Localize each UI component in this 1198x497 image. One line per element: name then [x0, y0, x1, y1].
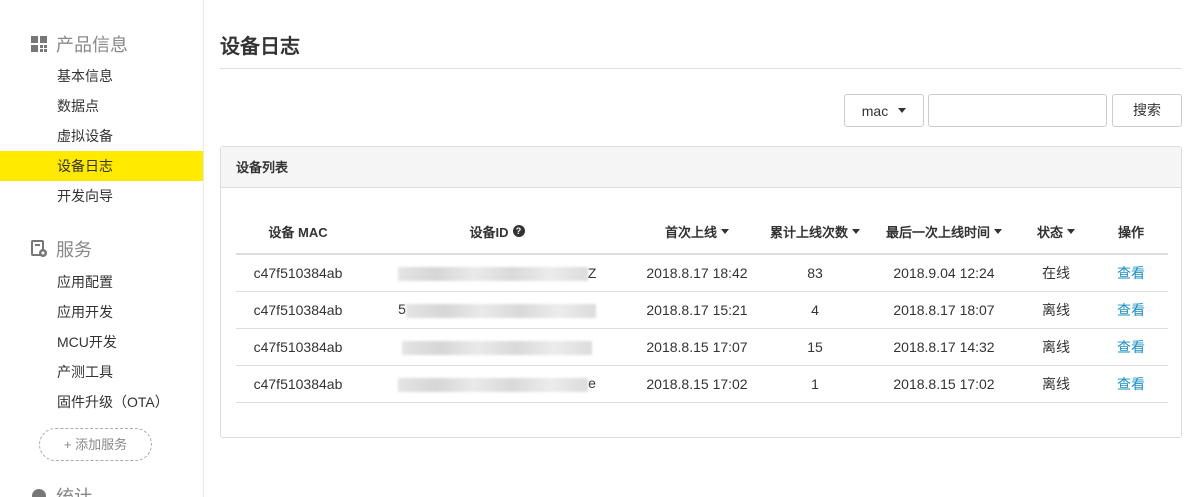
- section-product-info[interactable]: 产品信息: [30, 32, 128, 56]
- sidebar-item-virtual-device[interactable]: 虚拟设备: [0, 121, 203, 151]
- cell-mac: c47f510384ab: [236, 291, 360, 329]
- cell-online-count: 1: [760, 365, 870, 403]
- col-label: 状态: [1036, 224, 1063, 240]
- id-prefix: 5: [398, 301, 406, 318]
- stats-icon: [30, 487, 48, 497]
- search-field-select[interactable]: mac: [844, 94, 924, 127]
- cell-first-online: 2018.8.17 18:42: [634, 254, 760, 292]
- page-title: 设备日志: [220, 36, 300, 58]
- col-label: 首次上线: [664, 224, 717, 240]
- sidebar-item-test-tool[interactable]: 产测工具: [0, 357, 203, 387]
- redacted-id: [397, 266, 588, 281]
- col-mac: 设备 MAC: [236, 209, 360, 255]
- cell-status: 在线: [1018, 254, 1094, 292]
- sort-caret-icon: [994, 228, 1002, 234]
- cell-mac: c47f510384ab: [236, 328, 360, 366]
- col-online-count[interactable]: 累计上线次数: [760, 209, 870, 255]
- cell-last-online: 2018.8.17 18:07: [870, 291, 1018, 329]
- id-suffix: Z: [587, 264, 597, 281]
- col-label: 最后一次上线时间: [885, 224, 990, 240]
- sort-caret-icon: [852, 228, 860, 234]
- cell-action: 查看: [1094, 254, 1168, 292]
- search-field-value: mac: [861, 102, 889, 119]
- col-device-id-inner: 设备ID?: [469, 222, 525, 241]
- col-label: 设备ID: [469, 224, 509, 240]
- cell-status: 离线: [1018, 328, 1094, 366]
- table-row: c47f510384ab 2018.8.15 17:07 15 2018.8.1…: [236, 328, 1168, 366]
- section-stats[interactable]: 统计: [30, 484, 92, 497]
- sidebar-item-app-config[interactable]: 应用配置: [0, 267, 203, 297]
- cell-first-online: 2018.8.17 15:21: [634, 291, 760, 329]
- service-icon: [30, 240, 48, 258]
- section-title: 产品信息: [56, 35, 128, 55]
- col-last-online[interactable]: 最后一次上线时间: [870, 209, 1018, 255]
- search-input[interactable]: [928, 94, 1107, 127]
- table-row: c47f510384ab e 2018.8.15 17:02 1 2018.8.…: [236, 365, 1168, 403]
- sidebar-item-dev-guide[interactable]: 开发向导: [0, 181, 203, 211]
- sort-caret-icon: [1067, 228, 1075, 234]
- cell-action: 查看: [1094, 365, 1168, 403]
- sidebar: 产品信息 基本信息 数据点 虚拟设备 设备日志 开发向导 服务 应用配置 应用开…: [0, 0, 204, 497]
- section-title: 统计: [56, 487, 92, 497]
- cell-online-count: 15: [760, 328, 870, 366]
- col-label: 操作: [1117, 224, 1144, 240]
- cell-status: 离线: [1018, 365, 1094, 403]
- col-action: 操作: [1094, 209, 1168, 255]
- sidebar-item-ota[interactable]: 固件升级（OTA）: [0, 387, 203, 417]
- col-label: 累计上线次数: [769, 224, 848, 240]
- cell-device-id: Z: [360, 254, 634, 292]
- cell-first-online: 2018.8.15 17:02: [634, 365, 760, 403]
- sort-last-online[interactable]: 最后一次上线时间: [886, 222, 1002, 241]
- cell-last-online: 2018.8.17 14:32: [870, 328, 1018, 366]
- help-icon[interactable]: ?: [512, 225, 525, 237]
- sidebar-item-mcu-dev[interactable]: MCU开发: [0, 327, 203, 357]
- add-service-button[interactable]: + 添加服务: [39, 428, 152, 461]
- cell-device-id: [360, 328, 634, 366]
- device-table: 设备 MAC 设备ID? 首次上线 累计上线次数 最后一次上线时间 状态 操作 …: [236, 209, 1168, 403]
- cell-mac: c47f510384ab: [236, 365, 360, 403]
- redacted-id: [402, 340, 592, 355]
- section-title: 服务: [56, 240, 92, 260]
- sidebar-item-device-log[interactable]: 设备日志: [0, 151, 203, 181]
- col-status[interactable]: 状态: [1018, 209, 1094, 255]
- cell-status: 离线: [1018, 291, 1094, 329]
- sort-status[interactable]: 状态: [1037, 222, 1075, 241]
- device-list-panel: 设备列表 设备 MAC 设备ID? 首次上线 累计上线次数 最后一次上线时间 状…: [220, 146, 1182, 438]
- table-header-row: 设备 MAC 设备ID? 首次上线 累计上线次数 最后一次上线时间 状态 操作: [236, 209, 1168, 255]
- view-link[interactable]: 查看: [1117, 339, 1145, 355]
- cell-online-count: 4: [760, 291, 870, 329]
- search-button[interactable]: 搜索: [1112, 94, 1182, 127]
- cell-device-id: 5: [360, 291, 634, 329]
- col-first-online[interactable]: 首次上线: [634, 209, 760, 255]
- redacted-id: [398, 377, 589, 392]
- redacted-id: [405, 303, 596, 318]
- sort-online-count[interactable]: 累计上线次数: [770, 222, 860, 241]
- table-row: c47f510384ab Z 2018.8.17 18:42 83 2018.9…: [236, 254, 1168, 292]
- grid-icon: [30, 35, 48, 53]
- table-row: c47f510384ab 5 2018.8.17 15:21 4 2018.8.…: [236, 291, 1168, 329]
- cell-online-count: 83: [760, 254, 870, 292]
- cell-action: 查看: [1094, 291, 1168, 329]
- cell-last-online: 2018.8.15 17:02: [870, 365, 1018, 403]
- cell-first-online: 2018.8.15 17:07: [634, 328, 760, 366]
- sort-caret-icon: [721, 228, 729, 234]
- sidebar-item-app-dev[interactable]: 应用开发: [0, 297, 203, 327]
- id-suffix: e: [588, 375, 596, 392]
- col-device-id: 设备ID?: [360, 209, 634, 255]
- cell-action: 查看: [1094, 328, 1168, 366]
- section-services[interactable]: 服务: [30, 237, 92, 261]
- sidebar-item-datapoints[interactable]: 数据点: [0, 91, 203, 121]
- col-label: 设备 MAC: [268, 224, 328, 240]
- view-link[interactable]: 查看: [1117, 376, 1145, 392]
- view-link[interactable]: 查看: [1117, 302, 1145, 318]
- view-link[interactable]: 查看: [1117, 265, 1145, 281]
- cell-mac: c47f510384ab: [236, 254, 360, 292]
- title-divider: [220, 68, 1182, 69]
- cell-last-online: 2018.9.04 12:24: [870, 254, 1018, 292]
- cell-device-id: e: [360, 365, 634, 403]
- chevron-down-icon: [898, 108, 907, 113]
- panel-title: 设备列表: [221, 147, 1181, 188]
- sidebar-item-basic-info[interactable]: 基本信息: [0, 61, 203, 91]
- sort-first-online[interactable]: 首次上线: [665, 222, 729, 241]
